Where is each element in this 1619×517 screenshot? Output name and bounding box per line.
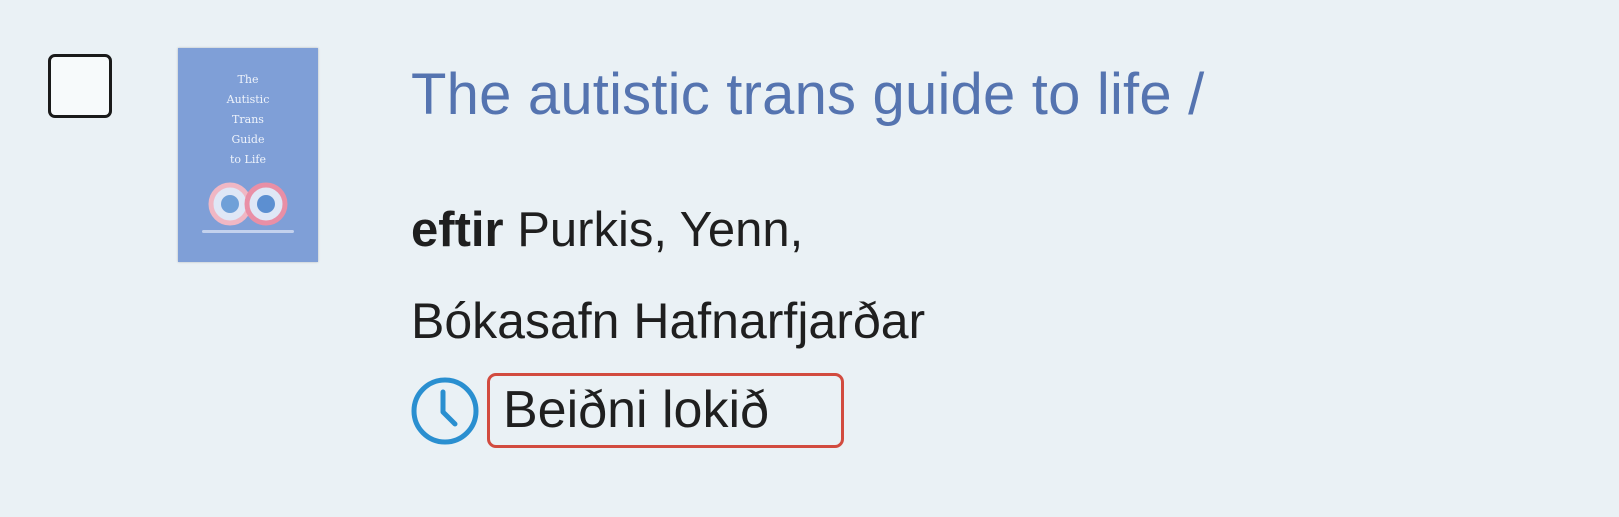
library-name: Bókasafn Hafnarfjarðar <box>411 293 926 349</box>
cover-line: The <box>237 73 259 86</box>
status-badge: Beiðni lokið <box>503 381 769 439</box>
record-title-link[interactable]: The autistic trans guide to life / <box>411 58 1204 132</box>
author-link[interactable]: Purkis, Yenn, <box>517 203 803 257</box>
cover-author-line <box>202 230 294 233</box>
cover-line: Trans <box>232 113 264 126</box>
book-cover[interactable]: The Autistic Trans Guide to Life <box>178 48 318 262</box>
select-checkbox[interactable] <box>48 54 112 118</box>
cover-line: to Life <box>230 153 266 166</box>
cover-line: Guide <box>231 133 265 146</box>
cover-title: The Autistic Trans Guide to Life <box>178 70 318 170</box>
infinity-icon <box>208 182 288 226</box>
author-line: eftir Purkis, Yenn, <box>411 197 803 263</box>
clock-icon <box>411 377 479 445</box>
cover-line: Autistic <box>226 93 270 106</box>
author-prefix: eftir <box>411 203 504 257</box>
